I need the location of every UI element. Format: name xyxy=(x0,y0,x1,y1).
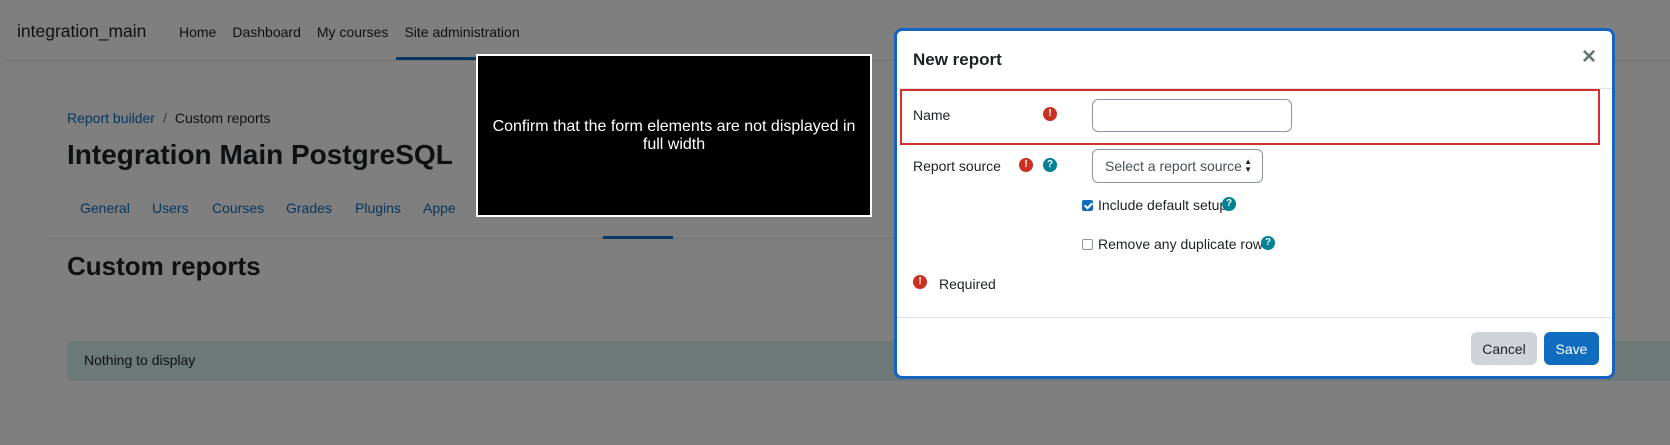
include-default-setup-checkbox[interactable] xyxy=(1082,200,1093,211)
required-legend: Required xyxy=(939,276,996,292)
remove-duplicates-checkbox[interactable] xyxy=(1082,239,1093,250)
modal-title: New report xyxy=(913,50,1002,69)
report-source-select[interactable]: Select a report source ▲ ▼ xyxy=(1092,149,1263,183)
name-label: Name xyxy=(913,107,951,123)
new-report-modal: New report × Name ! Report source ! ? Se… xyxy=(894,28,1615,379)
annotation-text: Confirm that the form elements are not d… xyxy=(492,117,856,153)
select-arrows-icon: ▲ ▼ xyxy=(1244,157,1252,174)
modal-footer: Cancel Save xyxy=(897,317,1612,376)
cancel-button[interactable]: Cancel xyxy=(1471,332,1537,365)
help-icon[interactable]: ? xyxy=(1043,158,1057,172)
close-icon[interactable]: × xyxy=(1582,45,1596,69)
help-icon[interactable]: ? xyxy=(1261,236,1275,250)
modal-header: New report × xyxy=(897,31,1612,89)
report-source-label: Report source xyxy=(913,158,1001,174)
name-input[interactable] xyxy=(1092,99,1292,132)
required-icon: ! xyxy=(913,275,927,289)
annotation-tooltip: Confirm that the form elements are not d… xyxy=(476,54,872,217)
required-icon: ! xyxy=(1043,107,1057,121)
save-button[interactable]: Save xyxy=(1544,332,1599,365)
help-icon[interactable]: ? xyxy=(1222,197,1236,211)
include-default-setup-label[interactable]: Include default setup xyxy=(1098,197,1227,213)
required-icon: ! xyxy=(1019,158,1033,172)
report-source-placeholder: Select a report source xyxy=(1105,158,1242,174)
remove-duplicates-label[interactable]: Remove any duplicate rows xyxy=(1098,236,1270,252)
